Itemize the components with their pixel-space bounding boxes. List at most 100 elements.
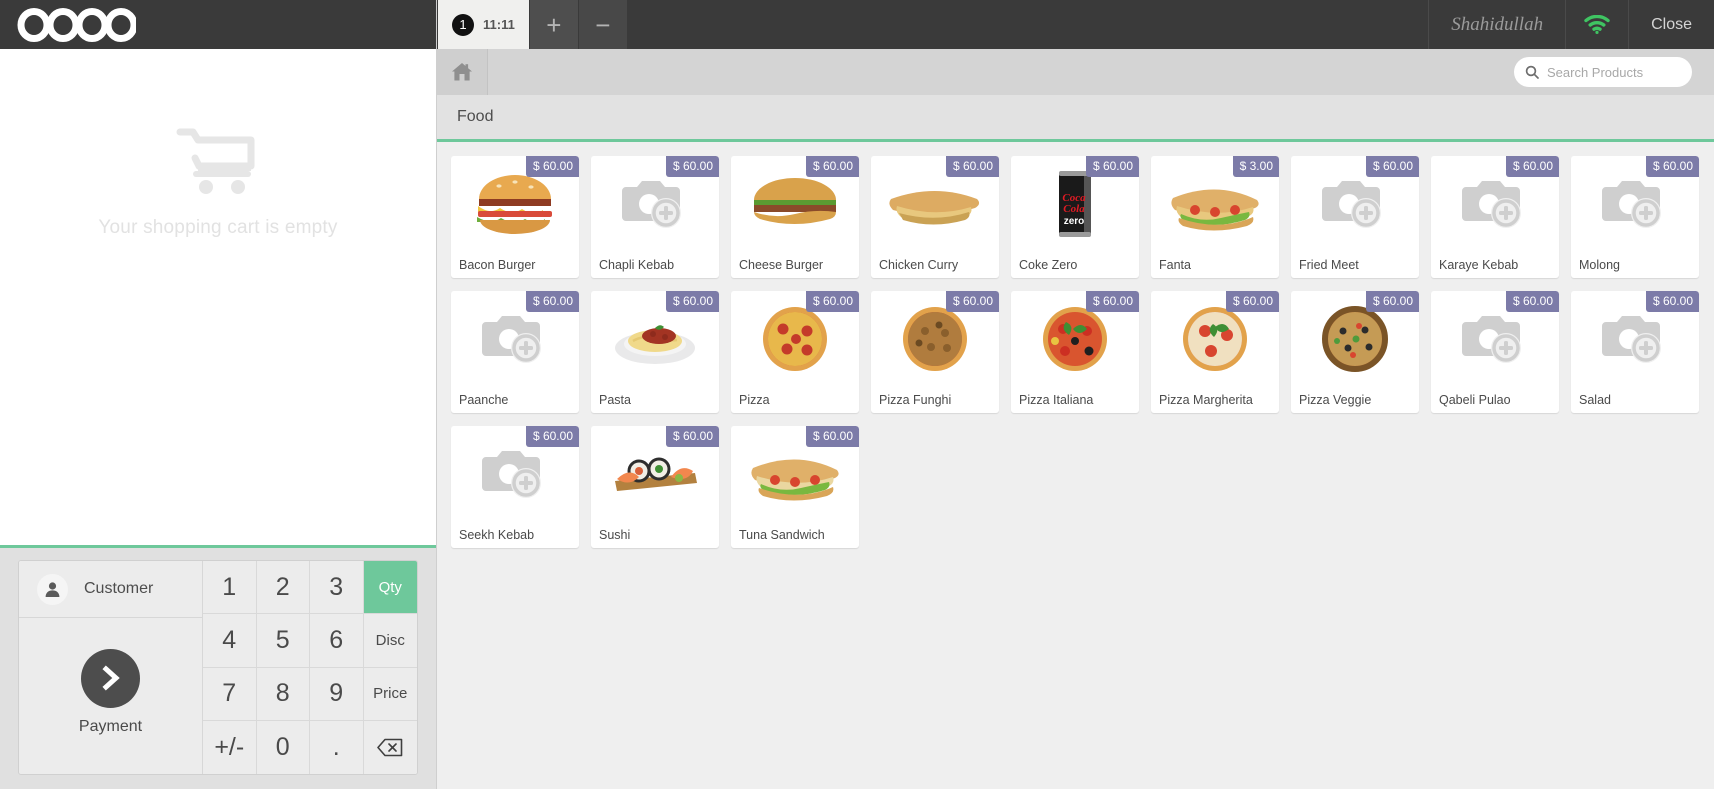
numpad-sign-button[interactable]: +/-	[203, 720, 257, 774]
product-price-badge: $ 60.00	[525, 291, 579, 312]
product-name: Sushi	[599, 528, 631, 542]
product-price-badge: $ 60.00	[525, 156, 579, 177]
product-price-badge: $ 60.00	[665, 156, 719, 177]
set-customer-button[interactable]: Customer	[19, 561, 202, 618]
numpad-decimal-button[interactable]: .	[310, 720, 364, 774]
empty-cart-message: Your shopping cart is empty	[98, 217, 338, 238]
sushi-image	[615, 457, 697, 491]
image-placeholder-icon	[482, 316, 541, 363]
numpad-key-8[interactable]: 8	[256, 667, 310, 721]
cashier-name[interactable]: Shahidullah	[1428, 0, 1565, 49]
product-name: Fried Meet	[1299, 258, 1359, 272]
product-card[interactable]: $ 60.00 Sushi	[591, 426, 719, 548]
product-card[interactable]: $ 60.00 Pasta	[591, 291, 719, 413]
product-card[interactable]: $ 60.00 Salad	[1571, 291, 1699, 413]
image-placeholder-icon	[1602, 181, 1661, 228]
numpad-disc-button[interactable]: Disc	[363, 614, 417, 668]
product-price-badge: $ 60.00	[945, 291, 999, 312]
product-name: Chicken Curry	[879, 258, 959, 272]
pizza-image	[1183, 307, 1247, 371]
pos-application: Your shopping cart is empty Customer Pay…	[0, 0, 1714, 789]
home-icon[interactable]	[437, 49, 488, 95]
search-box[interactable]: ✖	[1514, 57, 1714, 87]
odoo-logo	[16, 5, 136, 45]
numpad-qty-button[interactable]: Qty	[363, 561, 417, 615]
empty-cart-area: Your shopping cart is empty	[0, 49, 436, 548]
numpad-key-9[interactable]: 9	[310, 667, 364, 721]
numpad-key-1[interactable]: 1	[203, 561, 257, 615]
brand-bar	[0, 0, 436, 49]
numpad-key-2[interactable]: 2	[256, 561, 310, 615]
search-icon	[1525, 65, 1539, 79]
product-card[interactable]: $ 60.00 Fried Meet	[1291, 156, 1419, 278]
product-card[interactable]: $ 60.00 Pizza Italiana	[1011, 291, 1139, 413]
product-card[interactable]: $ 60.00 Bacon Burger	[451, 156, 579, 278]
product-card[interactable]: $ 60.00 Seekh Kebab	[451, 426, 579, 548]
product-card[interactable]: $ 60.00 Pizza	[731, 291, 859, 413]
product-name: Paanche	[459, 393, 509, 407]
order-panel: Your shopping cart is empty Customer Pay…	[0, 0, 437, 789]
product-card[interactable]: $ 60.00 Pizza Veggie	[1291, 291, 1419, 413]
wifi-icon[interactable]	[1565, 0, 1628, 49]
product-card[interactable]: $ 60.00 Qabeli Pulao	[1431, 291, 1559, 413]
payment-button[interactable]: Payment	[19, 618, 202, 774]
numpad-key-6[interactable]: 6	[310, 614, 364, 668]
product-card[interactable]: $ 60.00 Pizza Funghi	[871, 291, 999, 413]
order-tab-time: 11:11	[483, 17, 515, 32]
product-list-scroll[interactable]: $ 60.00 Bacon Burger $ 60.00 Chapli Kebab $ …	[437, 142, 1714, 789]
product-card[interactable]: $ 60.00 Paanche	[451, 291, 579, 413]
product-price-badge: $ 60.00	[665, 291, 719, 312]
product-name: Pizza Italiana	[1019, 393, 1094, 407]
numpad-backspace-button[interactable]	[363, 720, 417, 774]
product-name: Karaye Kebab	[1439, 258, 1519, 272]
product-price-badge: $ 3.00	[1232, 156, 1279, 177]
numpad-key-4[interactable]: 4	[203, 614, 257, 668]
add-order-button[interactable]: +	[529, 0, 579, 49]
product-name: Pizza	[739, 393, 770, 407]
product-card[interactable]: $ 60.00 Molong	[1571, 156, 1699, 278]
numpad-key-5[interactable]: 5	[256, 614, 310, 668]
header-spacer	[628, 0, 1428, 49]
product-name: Pasta	[599, 393, 631, 407]
product-price-badge: $ 60.00	[1085, 291, 1139, 312]
category-food[interactable]: Food	[437, 95, 513, 139]
numpad-key-0[interactable]: 0	[256, 720, 310, 774]
numpad-sign-button-label: +/-	[214, 732, 245, 761]
product-price-badge: $ 60.00	[1505, 156, 1559, 177]
search-input[interactable]	[1547, 64, 1714, 80]
product-price-badge: $ 60.00	[1085, 156, 1139, 177]
numpad-key-9-label: 9	[329, 679, 344, 708]
product-price-badge: $ 60.00	[1645, 156, 1699, 177]
numpad-key-7[interactable]: 7	[203, 667, 257, 721]
numpad-key-3-label: 3	[329, 572, 344, 601]
numpad-key-4-label: 4	[222, 625, 237, 654]
image-placeholder-icon	[1462, 316, 1521, 363]
numpad-keys: 1 2 3 Qty 4 5 6 Disc 7 8 9 Price +/- 0.	[203, 561, 417, 774]
product-card[interactable]: $ 60.00 Tuna Sandwich	[731, 426, 859, 548]
product-card[interactable]: $ 60.00 Karaye Kebab	[1431, 156, 1559, 278]
numpad-key-3[interactable]: 3	[310, 561, 364, 615]
close-pos-button[interactable]: Close	[1628, 0, 1714, 49]
numpad-price-button[interactable]: Price	[363, 667, 417, 721]
product-card[interactable]: $ 60.00 Chicken Curry	[871, 156, 999, 278]
product-name: Tuna Sandwich	[739, 528, 825, 542]
order-tab-active[interactable]: 1 11:11	[438, 0, 530, 49]
numpad-key-8-label: 8	[275, 679, 290, 708]
payment-button-label: Payment	[78, 717, 143, 735]
product-price-badge: $ 60.00	[1505, 291, 1559, 312]
numpad-key-1-label: 1	[222, 572, 237, 601]
product-card[interactable]: $ 3.00 Fanta	[1151, 156, 1279, 278]
product-name: Molong	[1579, 258, 1620, 272]
remove-order-button[interactable]: −	[578, 0, 628, 49]
product-grid: $ 60.00 Bacon Burger $ 60.00 Chapli Kebab $ …	[451, 156, 1714, 561]
product-card[interactable]: $ 60.00 Cheese Burger	[731, 156, 859, 278]
image-placeholder-icon	[1322, 181, 1381, 228]
sandwich-image	[751, 459, 839, 501]
product-card[interactable]: $ 60.00 Coca Cola zero Coke Zero	[1011, 156, 1139, 278]
product-card[interactable]: $ 60.00 Chapli Kebab	[591, 156, 719, 278]
product-card[interactable]: $ 60.00 Pizza Margherita	[1151, 291, 1279, 413]
backspace-icon	[377, 738, 403, 757]
order-tab-number: 1	[452, 13, 474, 36]
svg-text:Cola: Cola	[1063, 203, 1085, 215]
product-name: Qabeli Pulao	[1439, 393, 1511, 407]
